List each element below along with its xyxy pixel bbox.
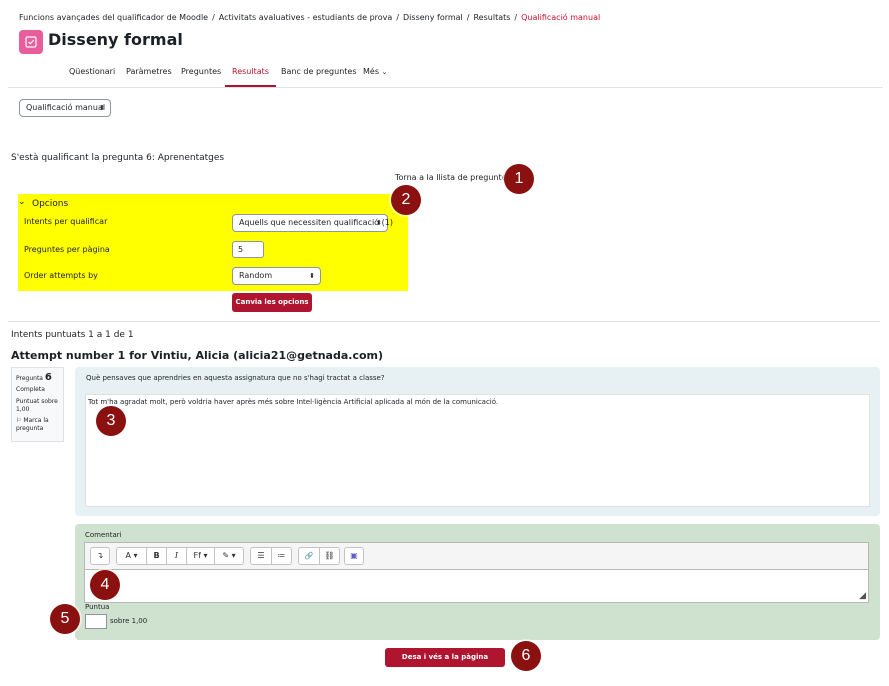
callout-marker-1: 1 — [504, 164, 534, 194]
flag-question[interactable]: ⚐ Marca la pregunta — [16, 417, 59, 433]
question-text: Què pensaves que aprendries en aquesta a… — [86, 374, 385, 382]
ordered-list-icon[interactable]: ≔ — [271, 548, 291, 564]
attempt-heading-prefix: Attempt number — [11, 349, 118, 362]
assignment-check-icon — [19, 30, 43, 54]
question-number: 6 — [44, 372, 52, 383]
editor-toolbar: ↴ A ▾ B I Ff ▾ ✎ ▾ ☰ ≔ 🔗 ⛓ ▣ — [84, 542, 869, 569]
toolbar-group-links: 🔗 ⛓ — [298, 547, 340, 565]
tab-parametres[interactable]: Paràmetres — [119, 65, 179, 87]
back-to-questions-link[interactable]: Torna a la llista de preguntes — [395, 173, 511, 182]
chevron-down-icon[interactable]: ⌄ — [18, 197, 26, 207]
tab-banc-de-preguntes[interactable]: Banc de preguntes — [274, 65, 364, 87]
attempt-heading: Attempt number 1 for Vintiu, Alicia (ali… — [11, 349, 383, 362]
unordered-list-icon[interactable]: ☰ — [251, 548, 271, 564]
bold-icon[interactable]: B — [146, 548, 166, 564]
student-response: Tot m'ha agradat molt, però voldria have… — [88, 398, 499, 406]
flag-question-label: Marca la pregunta — [16, 417, 49, 433]
comment-editor[interactable]: ◢ — [84, 569, 869, 603]
italic-icon[interactable]: I — [166, 548, 186, 564]
tab-mes[interactable]: Més ⌄ — [356, 65, 394, 87]
response-box: Tot m'ha agradat molt, però voldria have… — [85, 394, 870, 507]
options-title[interactable]: Opcions — [32, 199, 68, 209]
section-divider — [8, 321, 880, 322]
question-content: Què pensaves que aprendries en aquesta a… — [75, 367, 880, 516]
pages-label: Preguntes per pàgina — [24, 245, 110, 254]
tab-resultats[interactable]: Resultats — [225, 65, 276, 87]
grading-mode-select[interactable]: Qualificació manual ⬍ — [19, 99, 111, 117]
breadcrumb-item[interactable]: Activitats avaluatives - estudiants de p… — [219, 13, 393, 22]
options-panel: ⌄ Opcions Intents per qualificar Aquells… — [18, 194, 408, 291]
order-select[interactable]: Random ⬍ — [232, 267, 321, 285]
unlink-icon[interactable]: ⛓ — [319, 548, 339, 564]
callout-marker-4: 4 — [90, 570, 120, 600]
callout-marker-5: 5 — [50, 604, 80, 634]
assignment-check-icon-glyph — [25, 36, 37, 48]
tab-questionari[interactable]: Qüestionari — [62, 65, 122, 87]
flag-icon: ⚐ — [16, 417, 22, 425]
update-options-button[interactable]: Canvia les opcions — [232, 293, 312, 312]
breadcrumb-item[interactable]: Funcions avançades del qualificador de M… — [19, 13, 208, 22]
order-label: Order attempts by — [24, 271, 98, 280]
breadcrumb-item[interactable]: Resultats — [473, 13, 510, 22]
highlight-icon[interactable]: ✎ ▾ — [214, 548, 243, 564]
breadcrumb-separator: / — [396, 13, 400, 22]
toolbar-group-collapse: ↴ — [90, 547, 110, 565]
font-color-icon[interactable]: A ▾ — [117, 548, 146, 564]
breadcrumb-current: Qualificació manual — [521, 13, 601, 22]
question-score: Puntuat sobre 1,00 — [16, 397, 58, 413]
mark-input[interactable] — [85, 614, 107, 629]
intents-value: Aquells que necessiten qualificació (1) — [239, 218, 393, 227]
page-title: Disseny formal — [48, 30, 183, 49]
pages-per-page-input[interactable]: 5 — [232, 241, 264, 258]
toolbar-group-teams: ▣ — [344, 547, 364, 565]
grading-mode-value: Qualificació manual — [26, 103, 106, 112]
attempts-count: Intents puntuats 1 a 1 de 1 — [11, 330, 134, 340]
question-info: Pregunta 6 Completa Puntuat sobre 1,00 ⚐… — [11, 367, 64, 442]
chevron-down-icon: ⌄ — [381, 68, 388, 76]
tab-preguntes[interactable]: Preguntes — [174, 65, 228, 87]
resize-handle-icon[interactable]: ◢ — [859, 591, 866, 601]
attempt-heading-suffix: for Vintiu, Alicia (alicia21@getnada.com… — [125, 349, 384, 362]
comment-label: Comentari — [85, 531, 122, 539]
link-icon[interactable]: 🔗 — [299, 548, 319, 564]
intents-label: Intents per qualificar — [24, 217, 108, 226]
question-status: Completa — [16, 386, 45, 393]
breadcrumb-separator: / — [466, 13, 470, 22]
callout-marker-6: 6 — [511, 641, 541, 671]
toolbar-group-format: A ▾ B I Ff ▾ ✎ ▾ — [116, 547, 244, 565]
chevron-updown-icon: ⬍ — [99, 104, 105, 112]
chevron-updown-icon: ⬍ — [309, 272, 315, 280]
chevron-updown-icon: ⬍ — [376, 219, 382, 227]
tab-mes-label: Més — [363, 67, 379, 76]
teams-icon[interactable]: ▣ — [345, 548, 363, 564]
breadcrumb-separator: / — [514, 13, 518, 22]
mark-label: Puntua — [85, 603, 110, 611]
nav-divider — [8, 87, 883, 88]
breadcrumb: Funcions avançades del qualificador de M… — [19, 13, 600, 22]
intents-select[interactable]: Aquells que necessiten qualificació (1) … — [232, 214, 393, 232]
callout-marker-2: 2 — [391, 185, 421, 215]
breadcrumb-separator: / — [212, 13, 215, 22]
collapse-toolbar-icon[interactable]: ↴ — [91, 548, 109, 564]
callout-marker-3: 3 — [96, 406, 126, 436]
save-and-next-button[interactable]: Desa i vés a la pàgina següent — [385, 648, 505, 680]
grading-heading: S'està qualificant la pregunta 6: Aprene… — [11, 153, 225, 163]
order-value: Random — [239, 271, 273, 280]
font-size-icon[interactable]: Ff ▾ — [186, 548, 214, 564]
question-label: Pregunta — [16, 375, 43, 382]
toolbar-group-lists: ☰ ≔ — [250, 547, 292, 565]
breadcrumb-item[interactable]: Disseny formal — [403, 13, 463, 22]
question-number-row: Pregunta 6 — [16, 371, 59, 384]
comment-section: Comentari ↴ A ▾ B I Ff ▾ ✎ ▾ ☰ ≔ 🔗 ⛓ ▣ ◢… — [75, 524, 880, 640]
mark-out-of: sobre 1,00 — [110, 617, 148, 625]
